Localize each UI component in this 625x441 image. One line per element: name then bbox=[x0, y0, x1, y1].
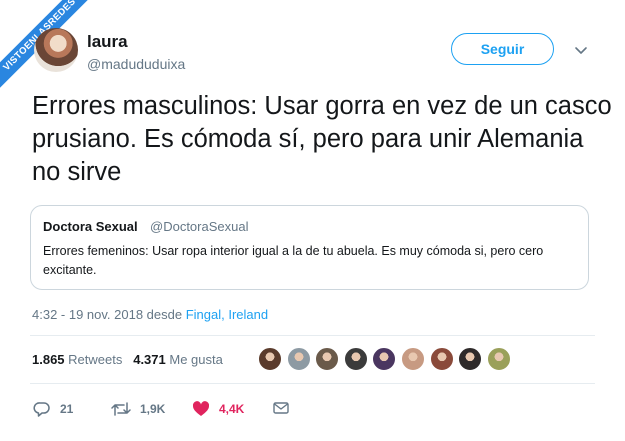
liker-avatar[interactable] bbox=[429, 347, 454, 371]
divider bbox=[30, 383, 595, 384]
reply-count: 21 bbox=[60, 402, 74, 416]
liker-avatar[interactable] bbox=[343, 347, 368, 371]
envelope-icon bbox=[272, 400, 290, 416]
liker-avatar[interactable] bbox=[486, 347, 511, 371]
quoted-author-name: Doctora Sexual bbox=[43, 219, 138, 234]
tweet-text: Errores masculinos: Usar gorra en vez de… bbox=[32, 92, 612, 186]
retweet-icon bbox=[110, 400, 132, 418]
chevron-down-icon[interactable] bbox=[573, 42, 589, 58]
quoted-text: Errores femeninos: Usar ropa interior ig… bbox=[43, 244, 544, 277]
retweet-stat[interactable]: 1.865 Retweets bbox=[32, 352, 122, 367]
author-name[interactable]: laura bbox=[87, 32, 128, 52]
like-count: 4.371 bbox=[133, 352, 166, 367]
liker-avatar[interactable] bbox=[458, 347, 483, 371]
engagement-stats: 1.865 Retweets 4.371 Me gusta bbox=[32, 352, 223, 367]
quoted-author-handle: @DoctoraSexual bbox=[150, 219, 249, 234]
avatar[interactable] bbox=[34, 28, 78, 72]
tweet-location[interactable]: Fingal, Ireland bbox=[186, 307, 268, 322]
retweet-action[interactable]: 1,9K bbox=[110, 400, 165, 418]
retweet-label: Retweets bbox=[68, 352, 123, 367]
retweet-count: 1.865 bbox=[32, 352, 65, 367]
tweet-datetime[interactable]: 4:32 - 19 nov. 2018 desde bbox=[32, 307, 186, 322]
reply-action[interactable]: 21 bbox=[33, 400, 73, 418]
tweet-meta: 4:32 - 19 nov. 2018 desde Fingal, Irelan… bbox=[32, 307, 268, 322]
heart-icon bbox=[192, 400, 210, 418]
like-action-count: 4,4K bbox=[219, 402, 245, 416]
liker-avatar[interactable] bbox=[286, 347, 311, 371]
follow-button[interactable]: Seguir bbox=[451, 33, 554, 65]
reply-icon bbox=[33, 400, 51, 418]
liker-avatars bbox=[258, 347, 515, 371]
liker-avatar[interactable] bbox=[400, 347, 425, 371]
like-label: Me gusta bbox=[169, 352, 223, 367]
liker-avatar[interactable] bbox=[372, 347, 397, 371]
like-action[interactable]: 4,4K bbox=[192, 400, 244, 418]
author-handle[interactable]: @madududuixa bbox=[87, 56, 185, 72]
liker-avatar[interactable] bbox=[258, 347, 282, 371]
like-stat[interactable]: 4.371 Me gusta bbox=[133, 352, 223, 367]
follow-button-label: Seguir bbox=[480, 41, 525, 57]
message-action[interactable] bbox=[272, 400, 290, 416]
liker-avatar[interactable] bbox=[315, 347, 340, 371]
divider bbox=[30, 335, 595, 336]
retweet-action-count: 1,9K bbox=[140, 402, 166, 416]
